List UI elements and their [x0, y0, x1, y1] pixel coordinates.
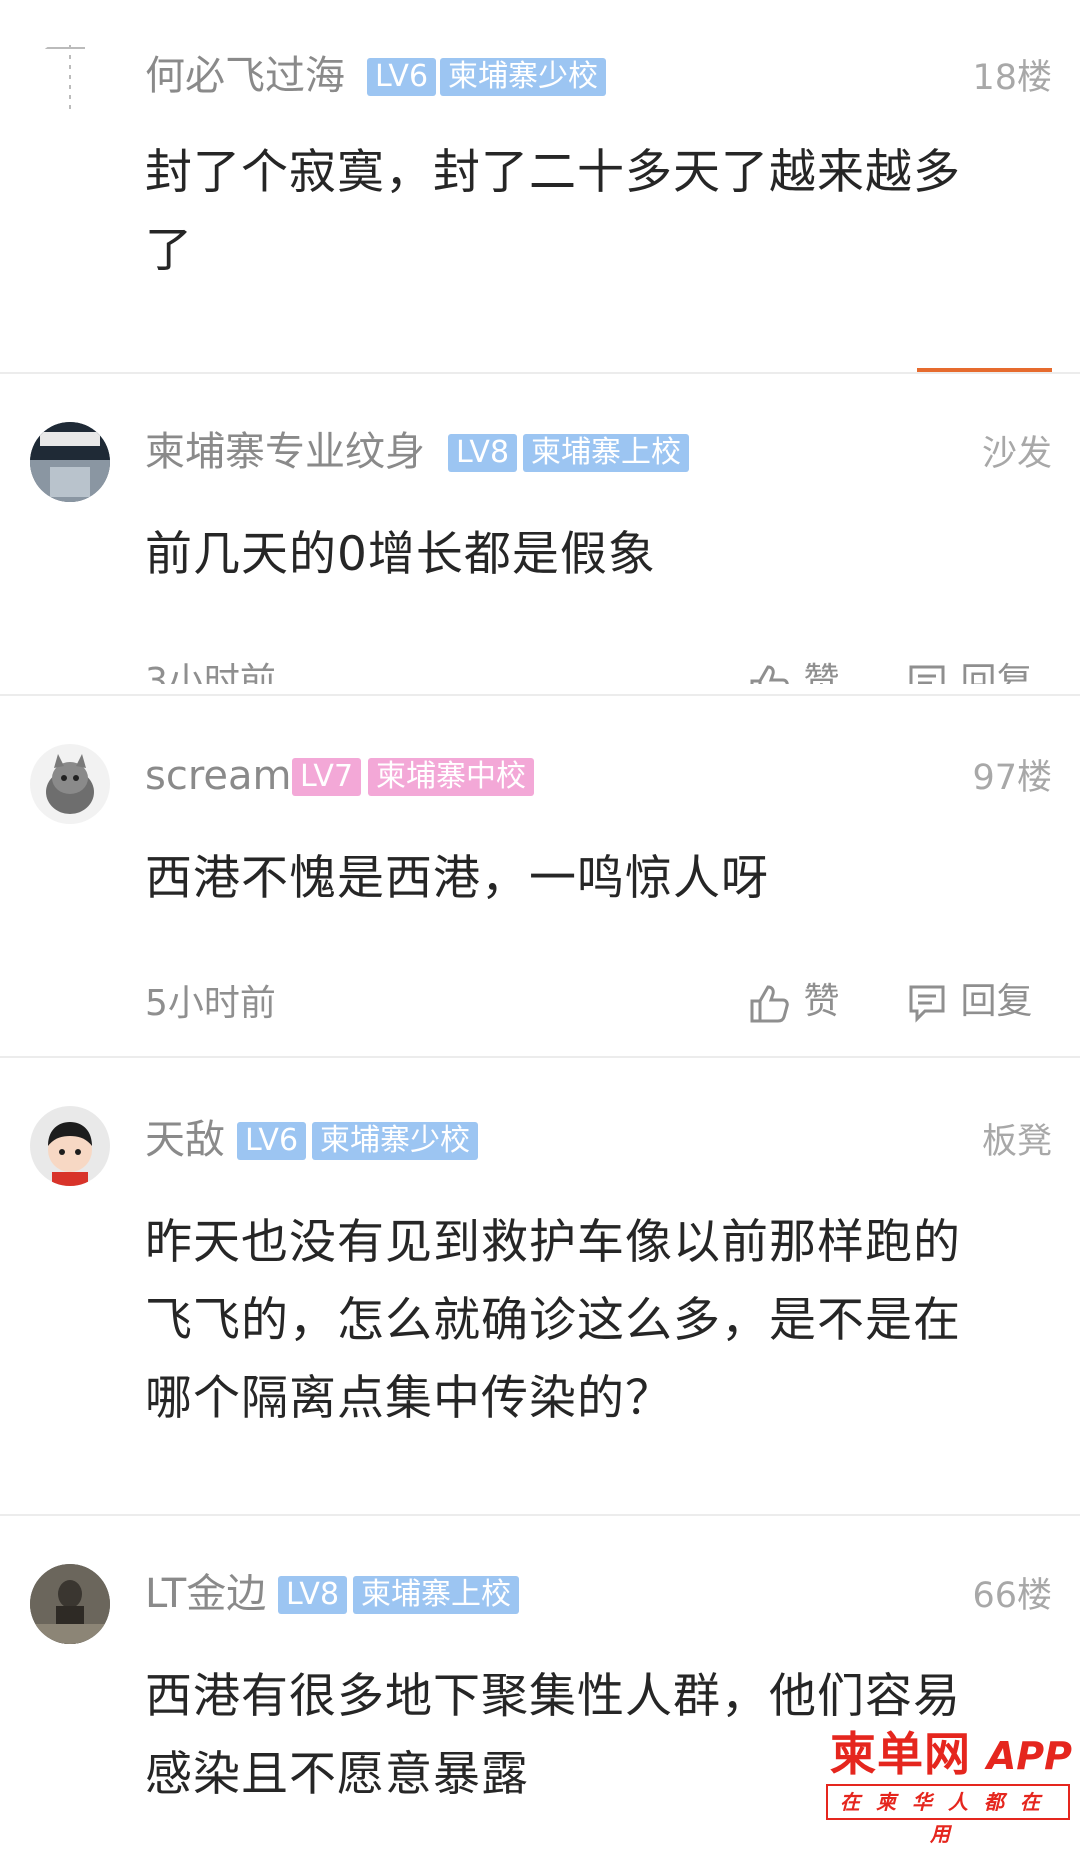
floor-number: 沙发 [981, 434, 1052, 474]
comment-item: 柬埔寨专业纹身 LV8 柬埔寨上校 沙发 前几天的0增长都是假象 3小时前 赞 … [0, 374, 1080, 694]
avatar[interactable] [30, 744, 110, 824]
thumbs-up-icon [750, 665, 789, 684]
level-badge: LV7 [292, 758, 362, 796]
username[interactable]: 何必飞过海 [145, 52, 345, 100]
reply-button[interactable]: 回复 [905, 980, 1032, 1025]
comment-text: 前几天的0增长都是假象 [145, 527, 656, 582]
level-badge: LV6 [237, 1122, 307, 1160]
like-button[interactable]: 赞 [748, 660, 839, 684]
avatar-image [30, 1564, 110, 1644]
timestamp: 5小时前 [145, 983, 276, 1024]
watermark-header: 柬单网 APP [822, 1728, 1072, 1780]
reply-icon [909, 665, 945, 684]
rank-badge: 柬埔寨上校 [523, 434, 689, 472]
rank-badge: 柬埔寨少校 [312, 1122, 478, 1160]
thumbs-up-icon [750, 985, 789, 1023]
avatar-image [45, 45, 85, 115]
timestamp: 3小时前 [145, 661, 276, 684]
avatar[interactable] [30, 1564, 110, 1644]
app-watermark: 柬单网 APP 在柬华人都在用 [822, 1728, 1072, 1846]
comment-item: 天敌 LV6 柬埔寨少校 板凳 昨天也没有见到救护车像以前那样跑的飞飞的，怎么就… [0, 1058, 1080, 1514]
rank-badge: 柬埔寨中校 [368, 758, 534, 796]
avatar-image [30, 422, 110, 502]
floor-number: 18楼 [972, 58, 1052, 98]
level-badge: LV8 [448, 434, 518, 472]
comment-item: 何必飞过海 LV6 柬埔寨少校 18楼 封了个寂寞，封了二十多天了越来越多了 [0, 0, 1080, 373]
rank-badge: 柬埔寨上校 [353, 1576, 519, 1614]
comment-text: 封了个寂寞，封了二十多天了越来越多了 [145, 145, 961, 278]
comment-text: 西港不愧是西港，一鸣惊人呀 [145, 851, 769, 906]
reply-icon [909, 985, 945, 1023]
level-badge: LV6 [367, 58, 437, 96]
comment-text: 昨天也没有见到救护车像以前那样跑的飞飞的，怎么就确诊这么多，是不是在哪个隔离点集… [145, 1215, 961, 1426]
avatar-image [46, 754, 94, 814]
watermark-app-label: APP [986, 1734, 1072, 1778]
like-button[interactable]: 赞 [748, 980, 839, 1025]
username[interactable]: 天敌 [145, 1116, 225, 1164]
meta-row: 3小时前 赞 回复 [0, 660, 1080, 684]
username[interactable]: scream [145, 752, 291, 800]
floor-number: 板凳 [981, 1122, 1052, 1162]
floor-number: 97楼 [972, 758, 1052, 798]
username[interactable]: LT金边 [145, 1570, 266, 1618]
avatar-image [48, 1122, 92, 1186]
like-label: 赞 [803, 661, 840, 684]
reply-label: 回复 [960, 981, 1033, 1022]
like-label: 赞 [803, 981, 840, 1022]
avatar[interactable] [30, 422, 110, 502]
watermark-logo: 柬单网 [830, 1727, 971, 1781]
level-badge: LV8 [278, 1576, 348, 1614]
avatar[interactable] [30, 1106, 110, 1186]
reply-label: 回复 [960, 661, 1033, 684]
username[interactable]: 柬埔寨专业纹身 [145, 428, 425, 476]
reply-button[interactable]: 回复 [905, 660, 1032, 684]
avatar[interactable] [30, 40, 110, 120]
comment-item: scream LV7 柬埔寨中校 97楼 西港不愧是西港，一鸣惊人呀 5小时前 … [0, 696, 1080, 1056]
floor-number: 66楼 [972, 1576, 1052, 1616]
watermark-slogan: 在柬华人都在用 [826, 1784, 1070, 1846]
rank-badge: 柬埔寨少校 [440, 58, 606, 96]
